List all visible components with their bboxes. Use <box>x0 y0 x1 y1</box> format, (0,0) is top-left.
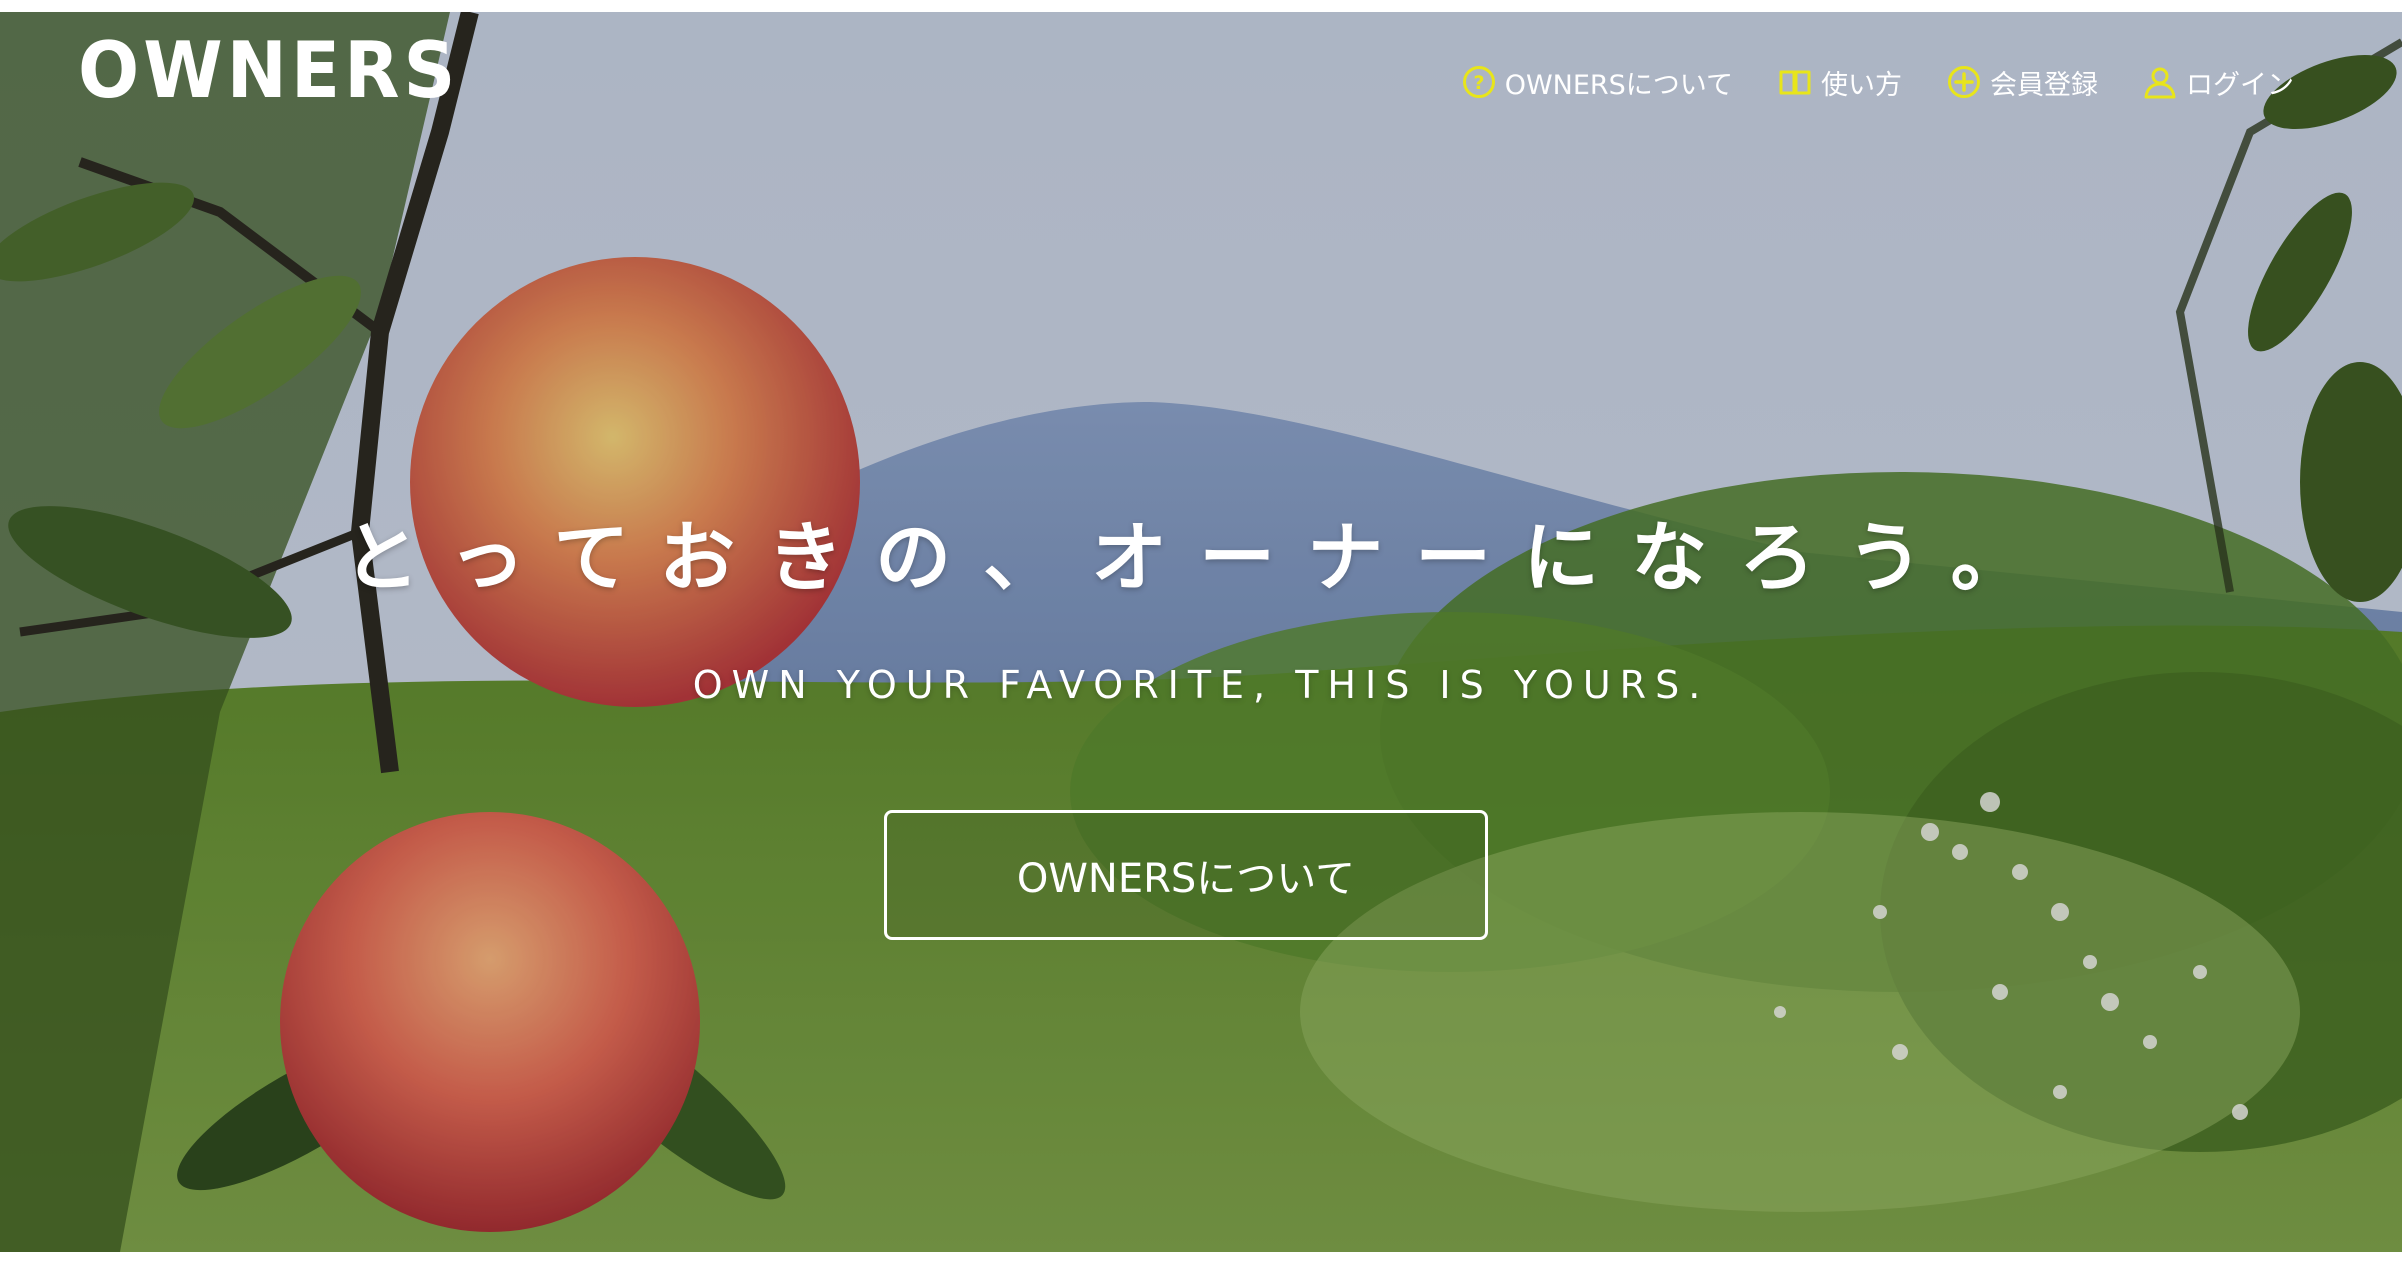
about-owners-button[interactable]: OWNERSについて <box>884 810 1488 940</box>
user-icon <box>2142 64 2178 100</box>
nav-item-how-to-use[interactable]: 使い方 <box>1777 63 1902 102</box>
nav-item-label: 会員登録 <box>1990 69 2098 101</box>
nav-item-label: ログイン <box>2186 69 2294 101</box>
nav-item-label: 使い方 <box>1821 69 1902 101</box>
orchard-scene-illustration <box>0 12 2402 1252</box>
plus-circle-icon <box>1946 64 1982 100</box>
hero-subheadline: OWN YOUR FAVORITE, THIS IS YOURS. <box>692 663 1710 707</box>
hero-background-photo <box>0 12 2402 1252</box>
hero-headline: とっておきの、オーナーになろう。 <box>343 513 2059 602</box>
nav-item-label: OWNERSについて <box>1504 69 1733 101</box>
top-navigation: ? OWNERSについて 使い方 会員登録 ログイン <box>1461 60 2294 104</box>
nav-item-login[interactable]: ログイン <box>2142 63 2294 102</box>
question-circle-icon: ? <box>1461 64 1497 100</box>
nav-item-about[interactable]: ? OWNERSについて <box>1461 63 1733 102</box>
book-icon <box>1777 64 1813 100</box>
page: OWNERS ? OWNERSについて 使い方 会員登録 ログイン とっておきの… <box>0 0 2402 1262</box>
about-owners-button-label: OWNERSについて <box>1016 856 1356 902</box>
nav-item-register[interactable]: 会員登録 <box>1946 63 2098 102</box>
svg-text:?: ? <box>1473 72 1484 94</box>
owners-logo[interactable]: OWNERS <box>78 31 459 109</box>
